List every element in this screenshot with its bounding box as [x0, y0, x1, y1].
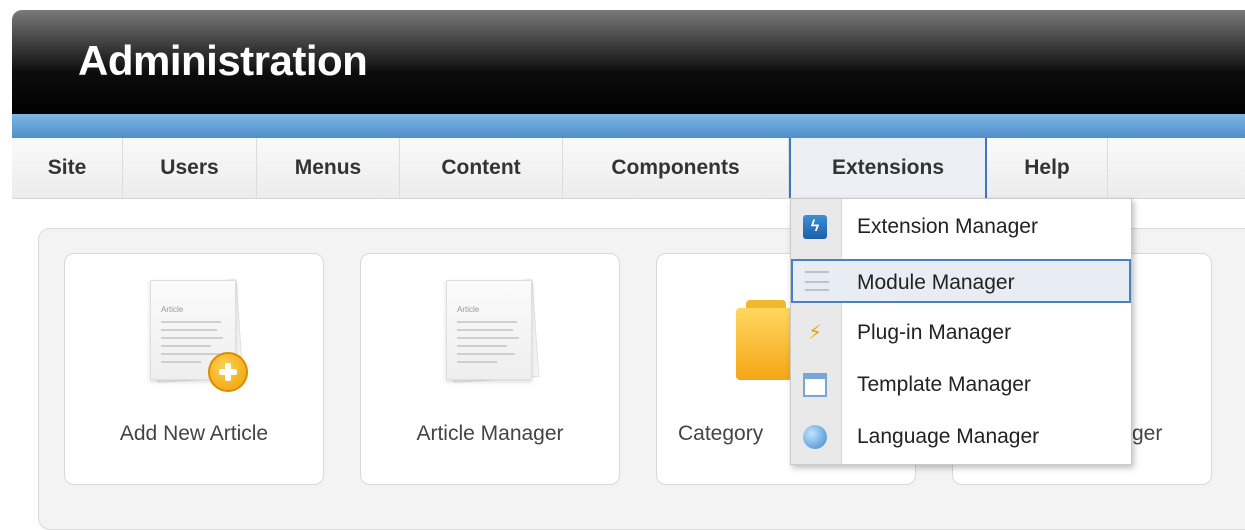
page-title: Administration [78, 37, 368, 84]
menu-menus[interactable]: Menus [257, 138, 400, 198]
dropdown-item-template-manager[interactable]: Template Manager [791, 363, 1131, 407]
add-new-article-label: Add New Article [119, 422, 269, 445]
globe-icon [803, 425, 827, 449]
menu-users[interactable]: Users [123, 138, 257, 198]
main-menubar: Site Users Menus Content Components Exte… [12, 138, 1245, 199]
extension-icon: ϟ [803, 215, 827, 239]
menu-extensions[interactable]: Extensions [789, 138, 987, 198]
article-manager-label: Article Manager [416, 422, 564, 445]
dropdown-item-module-manager[interactable]: Module Manager [791, 259, 1131, 303]
header-accent-bar [12, 114, 1245, 138]
menu-help[interactable]: Help [987, 138, 1108, 198]
dropdown-item-plugin-manager[interactable]: ⚡ Plug-in Manager [791, 311, 1131, 355]
dropdown-item-language-manager[interactable]: Language Manager [791, 415, 1131, 459]
folder-icon [736, 300, 796, 380]
menu-site[interactable]: Site [12, 138, 123, 198]
admin-header: Administration [12, 10, 1245, 114]
article-icon: Article [446, 279, 540, 383]
doc-icon-text-2: Article [457, 305, 480, 314]
module-icon [805, 271, 829, 297]
template-icon [803, 373, 827, 397]
plugin-icon: ⚡ [807, 322, 823, 344]
add-plus-icon [208, 352, 248, 392]
doc-icon-text: Article [161, 305, 184, 314]
menu-content[interactable]: Content [400, 138, 563, 198]
dropdown-item-extension-manager[interactable]: ϟ Extension Manager [791, 205, 1131, 249]
manager-label: ger [1132, 422, 1163, 445]
category-label: Category [678, 422, 764, 445]
menu-components[interactable]: Components [563, 138, 789, 198]
extensions-dropdown: ϟ Extension Manager Module Manager ⚡ Plu… [790, 198, 1132, 465]
